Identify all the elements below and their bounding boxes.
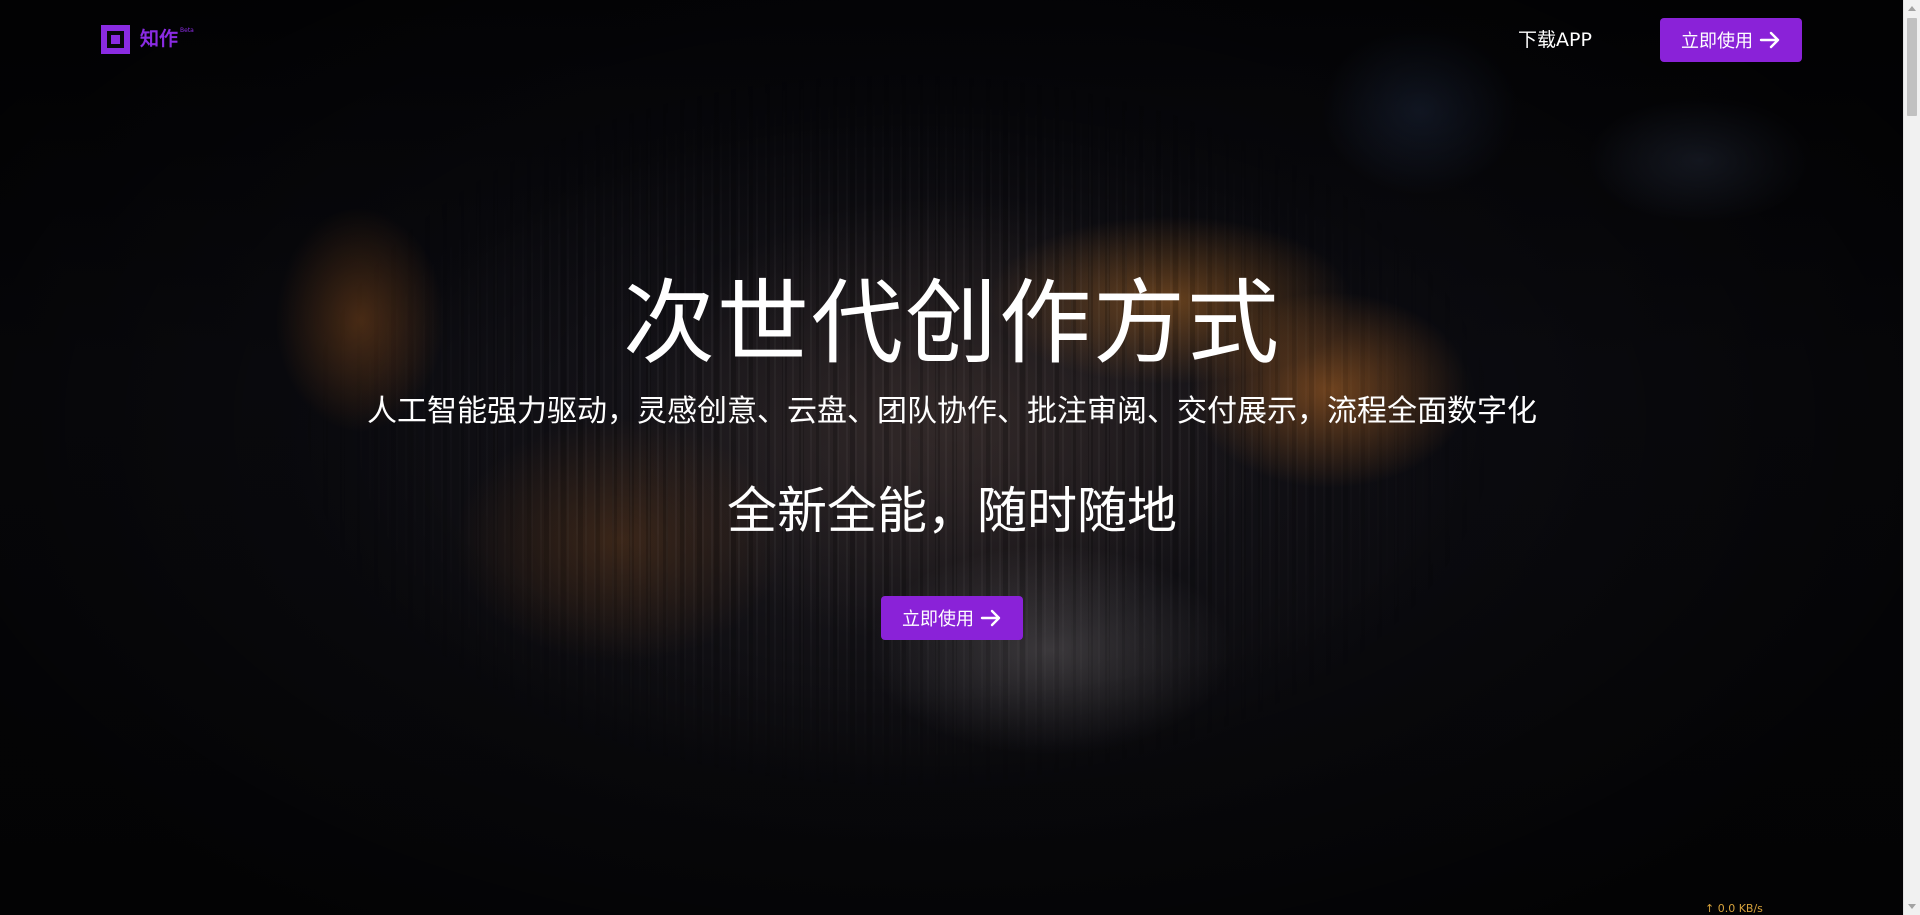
scroll-up-arrow-icon[interactable] — [1908, 6, 1916, 11]
background-vignette — [0, 0, 1920, 915]
use-now-button-header[interactable]: 立即使用 — [1660, 18, 1802, 62]
use-now-button-hero[interactable]: 立即使用 — [881, 596, 1023, 640]
use-now-label: 立即使用 — [902, 609, 974, 630]
arrow-right-icon — [980, 609, 1001, 627]
hero-tagline: 全新全能，随时随地 — [727, 482, 1177, 540]
hero-subtitle: 人工智能强力驱动，灵感创意、云盘、团队协作、批注审阅、交付展示，流程全面数字化 — [367, 394, 1537, 429]
logo-text: 知作 — [140, 28, 179, 50]
hero-background: 知作 Beta 下载APP 立即使用 次世代创作方式 人工智能强力驱动，灵感创意… — [0, 0, 1920, 915]
scroll-thumb[interactable] — [1907, 18, 1917, 116]
background-streaks — [0, 0, 1920, 915]
square-logo-icon — [101, 25, 130, 54]
vertical-scrollbar[interactable] — [1903, 0, 1920, 915]
hero-title: 次世代创作方式 — [622, 270, 1281, 377]
use-now-label: 立即使用 — [1681, 31, 1753, 52]
beta-badge: Beta — [180, 27, 194, 34]
arrow-right-icon — [1759, 31, 1780, 49]
brand-logo[interactable]: 知作 Beta — [101, 25, 194, 54]
scroll-down-arrow-icon[interactable] — [1908, 904, 1916, 909]
download-app-link[interactable]: 下载APP — [1518, 26, 1592, 54]
network-speed-indicator: ↑ 0.0 KB/s — [1705, 902, 1763, 915]
